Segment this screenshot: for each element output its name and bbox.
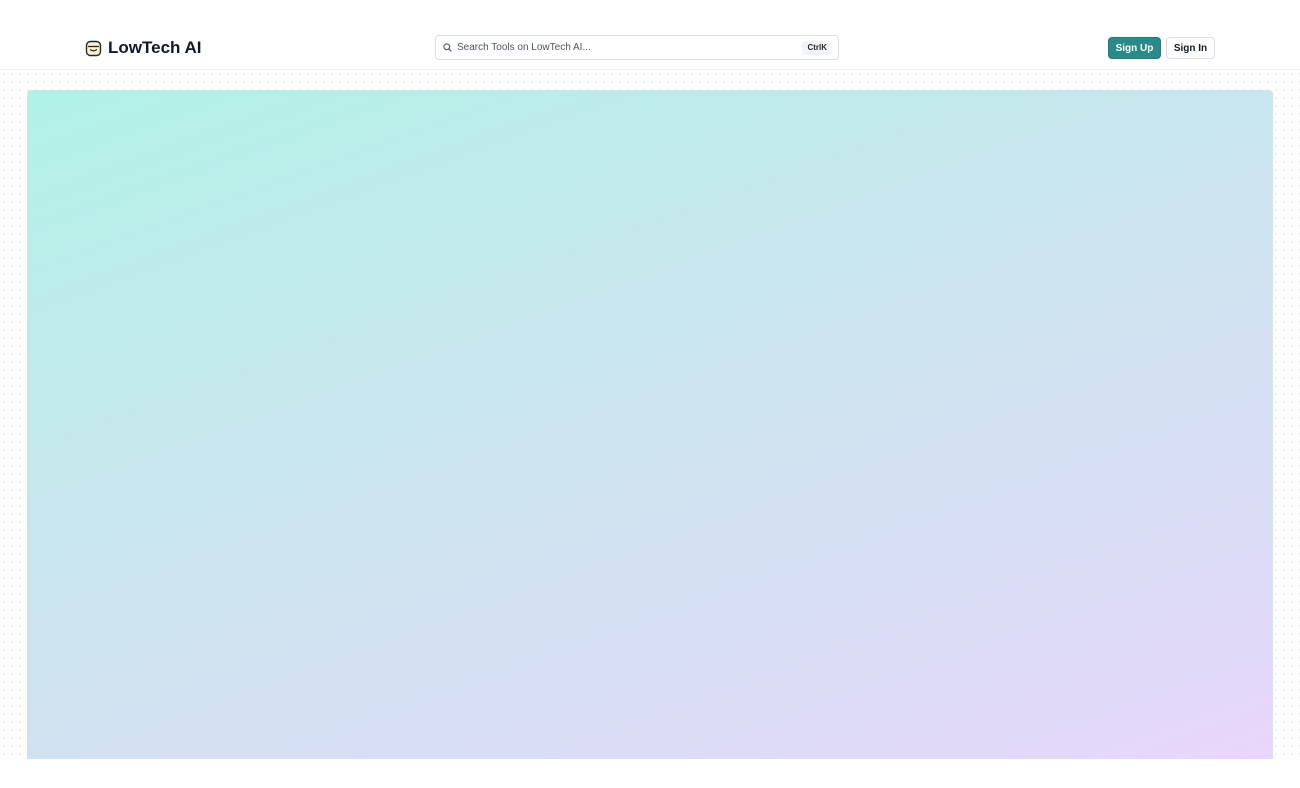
jar-icon [85, 40, 102, 56]
logo[interactable]: LowTech AI [85, 37, 202, 59]
search-bar[interactable]: CtrlK [435, 35, 839, 60]
logo-text: LowTech AI [108, 38, 202, 57]
top-navbar: LowTech AI CtrlK Sign Up Sign In [0, 0, 1300, 70]
search-input[interactable] [457, 37, 803, 58]
search-icon [443, 43, 452, 52]
sign-up-button[interactable]: Sign Up [1108, 37, 1161, 59]
hero-banner [27, 90, 1273, 759]
sign-in-button[interactable]: Sign In [1166, 37, 1215, 59]
shortcut-badge: CtrlK [802, 40, 832, 55]
